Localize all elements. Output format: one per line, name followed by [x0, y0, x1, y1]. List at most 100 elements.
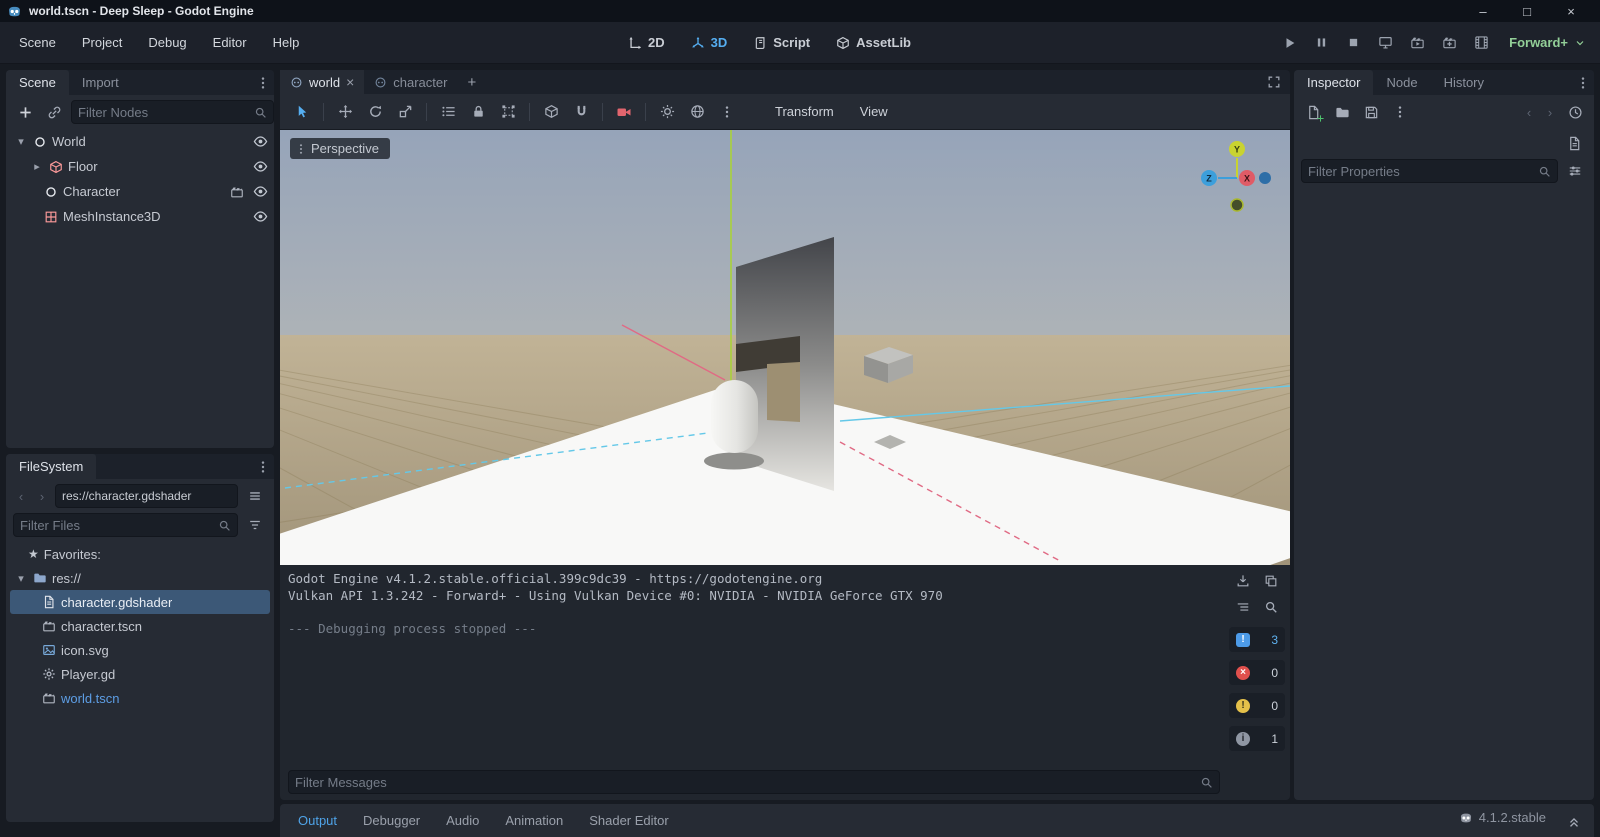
filter-nodes-input[interactable] [71, 100, 274, 124]
add-node-button[interactable] [13, 100, 37, 124]
bottom-tab-output[interactable]: Output [286, 810, 349, 831]
search-log-button[interactable] [1259, 595, 1283, 619]
close-button[interactable]: × [1549, 0, 1593, 22]
toggle-info-button[interactable]: i 1 [1229, 726, 1285, 751]
workspace-3d-button[interactable]: 3D [683, 30, 736, 55]
movie-maker-button[interactable] [1467, 30, 1496, 56]
tool-select-button[interactable] [290, 100, 314, 124]
filesystem-title[interactable]: FileSystem [6, 454, 97, 479]
tree-row-meshinstance3d[interactable]: MeshInstance3D [6, 204, 274, 229]
tree-row-character-tscn[interactable]: character.tscn [6, 614, 274, 638]
menu-project[interactable]: Project [69, 29, 135, 56]
camera-preview-button[interactable] [612, 100, 636, 124]
menu-debug[interactable]: Debug [135, 29, 199, 56]
expand-caret-icon[interactable]: ▸ [30, 160, 44, 173]
collapse-caret-icon[interactable]: ▾ [14, 135, 28, 148]
lock-node-button[interactable] [466, 100, 490, 124]
menu-scene[interactable]: Scene [6, 29, 69, 56]
bottom-tab-debugger[interactable]: Debugger [351, 810, 432, 831]
visibility-eye-icon[interactable] [253, 159, 268, 174]
current-path-input[interactable] [55, 484, 238, 508]
visibility-eye-icon[interactable] [253, 209, 268, 224]
preview-environment-button[interactable] [685, 100, 709, 124]
menu-editor[interactable]: Editor [200, 29, 260, 56]
close-tab-icon[interactable]: × [346, 74, 354, 90]
bottom-tab-audio[interactable]: Audio [434, 810, 491, 831]
renderer-dropdown[interactable]: Forward+ [1499, 31, 1592, 54]
toggle-errors-button[interactable]: × 0 [1229, 660, 1285, 685]
tool-rotate-button[interactable] [363, 100, 387, 124]
tree-row-world[interactable]: ▾ World [6, 129, 274, 154]
open-scene-icon[interactable] [230, 185, 244, 199]
tool-scale-button[interactable] [393, 100, 417, 124]
axis-gizmo[interactable]: Y Z X [1201, 141, 1271, 212]
perspective-menu-button[interactable]: Perspective [290, 138, 390, 159]
object-history-button[interactable] [1563, 100, 1587, 124]
copy-log-button[interactable] [1259, 569, 1283, 593]
tree-row-floor[interactable]: ▸ Floor [6, 154, 274, 179]
filter-files-input[interactable] [13, 513, 238, 537]
inspector-dock-menu-button[interactable] [1572, 70, 1594, 95]
tree-row-character-gdshader[interactable]: character.gdshader [10, 590, 270, 614]
display-mode-button[interactable] [243, 484, 267, 508]
toggle-log-messages-button[interactable]: ! 3 [1229, 627, 1285, 652]
version-label[interactable]: 4.1.2.stable [1479, 810, 1546, 825]
tab-history[interactable]: History [1431, 70, 1497, 95]
property-filter-menu-button[interactable] [1563, 159, 1587, 183]
distraction-free-button[interactable] [1258, 70, 1290, 94]
sort-files-button[interactable] [243, 513, 267, 537]
play-remote-button[interactable] [1371, 30, 1400, 56]
group-nodes-button[interactable] [496, 100, 520, 124]
load-resource-button[interactable] [1330, 100, 1354, 124]
transform-menu-button[interactable]: Transform [765, 99, 844, 124]
workspace-2d-button[interactable]: 2D [620, 30, 673, 55]
open-docs-button[interactable] [1562, 131, 1586, 155]
workspace-script-button[interactable]: Script [745, 30, 818, 55]
selectable-nodes-list-button[interactable] [436, 100, 460, 124]
scene-dock-menu-button[interactable] [252, 70, 274, 95]
play-button[interactable] [1275, 30, 1304, 56]
tree-row-favorites[interactable]: ★ Favorites: [6, 542, 274, 566]
snap-toggle-button[interactable] [569, 100, 593, 124]
nav-forward-button[interactable]: › [34, 484, 50, 508]
filter-messages-input[interactable] [288, 770, 1220, 794]
history-forward-button[interactable]: › [1542, 100, 1558, 124]
scene-tab-world[interactable]: world × [280, 70, 365, 94]
visibility-eye-icon[interactable] [253, 184, 268, 199]
history-back-button[interactable]: ‹ [1521, 100, 1537, 124]
maximize-button[interactable]: □ [1505, 0, 1549, 22]
collapse-duplicates-button[interactable] [1231, 595, 1255, 619]
filesystem-dock-menu-button[interactable] [252, 454, 274, 479]
new-scene-tab-button[interactable]: + [457, 70, 486, 94]
collapse-caret-icon[interactable]: ▾ [14, 572, 28, 585]
tab-import[interactable]: Import [69, 70, 132, 95]
local-space-button[interactable] [539, 100, 563, 124]
save-resource-button[interactable] [1359, 100, 1383, 124]
tab-inspector[interactable]: Inspector [1294, 70, 1374, 95]
tool-move-button[interactable] [333, 100, 357, 124]
pause-button[interactable] [1307, 30, 1336, 56]
visibility-eye-icon[interactable] [253, 134, 268, 149]
tree-row-world-tscn[interactable]: world.tscn [6, 686, 274, 710]
scene-tab-character[interactable]: character [364, 70, 457, 94]
resource-menu-button[interactable] [1388, 100, 1412, 124]
workspace-assetlib-button[interactable]: AssetLib [828, 30, 919, 55]
tree-row-character[interactable]: Character [6, 179, 274, 204]
preview-sun-button[interactable] [655, 100, 679, 124]
nav-back-button[interactable]: ‹ [13, 484, 29, 508]
viewport-3d[interactable]: Y Z X Perspective [280, 130, 1290, 565]
minimize-button[interactable]: – [1461, 0, 1505, 22]
bottom-tab-animation[interactable]: Animation [493, 810, 575, 831]
tree-row-icon-svg[interactable]: icon.svg [6, 638, 274, 662]
view-menu-button[interactable]: View [850, 99, 898, 124]
menu-help[interactable]: Help [260, 29, 313, 56]
instance-scene-button[interactable] [42, 100, 66, 124]
bottom-tab-shader-editor[interactable]: Shader Editor [577, 810, 681, 831]
tree-row-player-gd[interactable]: Player.gd [6, 662, 274, 686]
filter-properties-input[interactable] [1301, 159, 1558, 183]
stop-button[interactable] [1339, 30, 1368, 56]
play-custom-scene-button[interactable] [1435, 30, 1464, 56]
tab-node[interactable]: Node [1373, 70, 1430, 95]
play-scene-button[interactable] [1403, 30, 1432, 56]
save-log-button[interactable] [1231, 569, 1255, 593]
